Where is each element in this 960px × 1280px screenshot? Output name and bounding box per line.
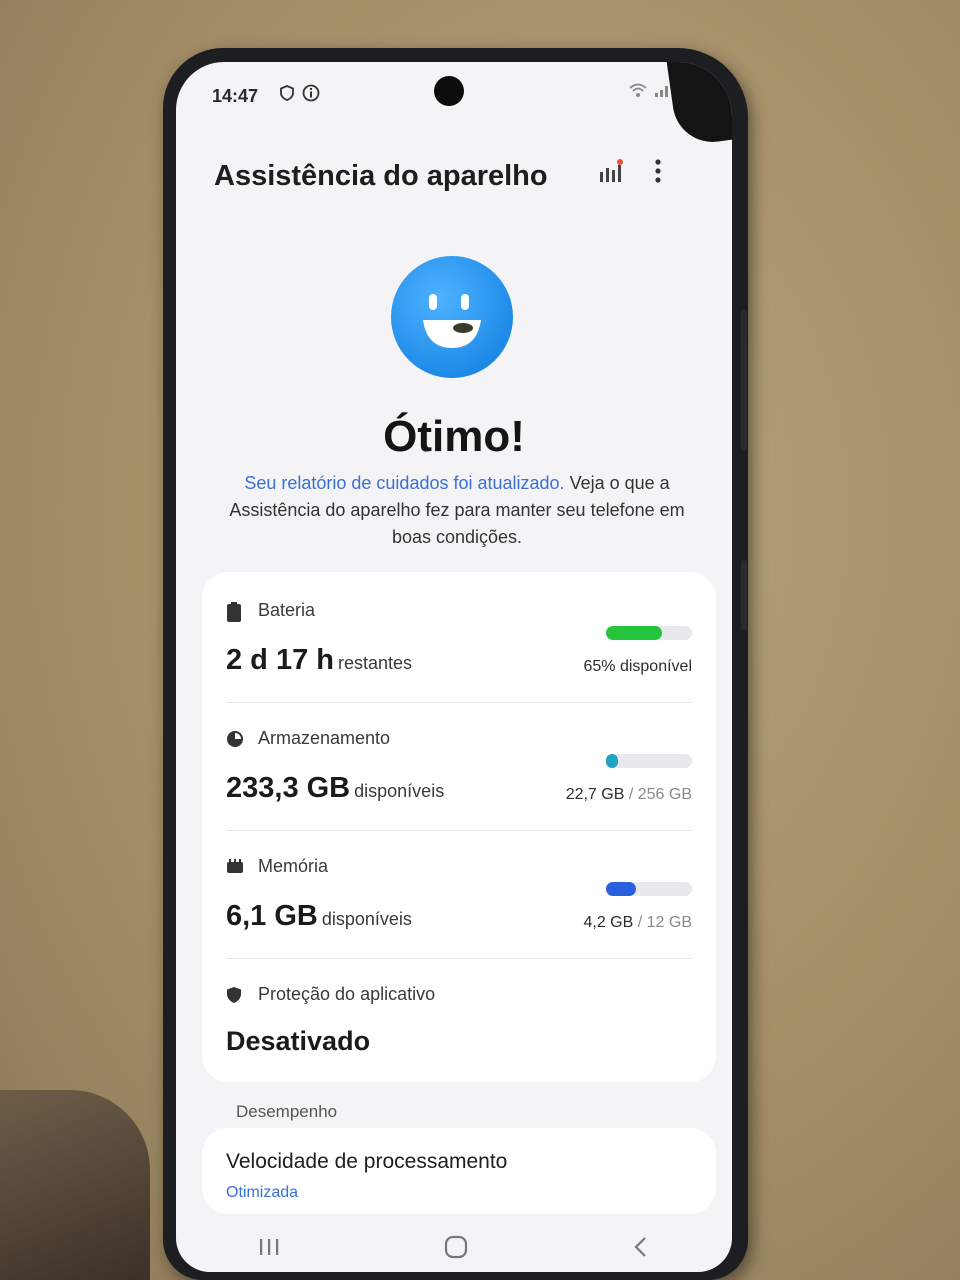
performance-section-heading: Desempenho <box>236 1102 338 1121</box>
battery-available: 65% disponível <box>583 658 692 675</box>
background-shadow <box>0 1090 150 1280</box>
summary-card: Bateria 2 d 17 h restantes 65% disponível… <box>202 572 716 1082</box>
app-protection-label: Proteção do aplicativo <box>258 984 436 1004</box>
volume-button <box>741 310 747 450</box>
processing-speed-card[interactable]: Velocidade de processamento Otimizada <box>202 1128 716 1214</box>
storage-available: 233,3 GB disponíveis <box>226 772 445 804</box>
storage-row[interactable]: Armazenamento 233,3 GB disponíveis 22,7 G… <box>226 728 692 828</box>
memory-usage-bar <box>606 882 692 896</box>
back-icon[interactable] <box>631 1236 651 1258</box>
status-description: Seu relatório de cuidados foi atualizado… <box>222 470 692 551</box>
battery-icon <box>227 602 241 622</box>
shield-icon <box>227 987 241 1003</box>
home-icon[interactable] <box>444 1235 468 1259</box>
memory-chip-icon <box>227 859 243 873</box>
divider <box>226 830 692 831</box>
more-options-icon[interactable] <box>654 158 662 184</box>
divider <box>226 958 692 959</box>
storage-usage-bar <box>606 754 692 768</box>
happy-face-icon <box>391 256 513 378</box>
processing-speed-status: Otimizada <box>226 1184 299 1201</box>
device-screen: 14:47 Assistência do aparelho Ótimo! Seu… <box>176 62 732 1272</box>
memory-available: 6,1 GB disponíveis <box>226 900 412 932</box>
memory-label: Memória <box>258 856 329 876</box>
page-title: Assistência do aparelho <box>214 160 548 192</box>
divider <box>226 702 692 703</box>
report-chart-icon[interactable] <box>598 158 624 184</box>
screen-damage <box>666 62 732 148</box>
storage-label: Armazenamento <box>258 728 391 748</box>
power-button <box>741 560 747 630</box>
storage-pie-icon <box>227 731 243 747</box>
status-heading: Ótimo! <box>383 412 525 461</box>
security-icon <box>280 85 294 101</box>
processing-speed-title: Velocidade de processamento <box>226 1150 508 1173</box>
status-time: 14:47 <box>212 86 259 106</box>
care-report-link[interactable]: Seu relatório de cuidados foi atualizado… <box>244 473 564 493</box>
memory-usage-fill <box>606 882 637 896</box>
info-icon <box>302 84 320 102</box>
battery-label: Bateria <box>258 600 316 620</box>
storage-usage-text: 22,7 GB / 256 GB <box>565 786 692 803</box>
recent-apps-icon[interactable] <box>257 1237 281 1257</box>
app-protection-status: Desativado <box>226 1026 371 1056</box>
navigation-bar <box>176 1222 732 1272</box>
battery-remaining: 2 d 17 h restantes <box>226 644 413 676</box>
status-icons-left <box>278 84 320 102</box>
status-icons-right <box>628 82 672 98</box>
battery-level-bar <box>606 626 692 640</box>
front-camera <box>434 76 464 106</box>
storage-usage-fill <box>606 754 619 768</box>
battery-level-fill <box>606 626 662 640</box>
memory-usage-text: 4,2 GB / 12 GB <box>583 914 692 931</box>
wifi-icon <box>629 83 647 97</box>
app-protection-row[interactable]: Proteção do aplicativo Desativado <box>226 984 692 1074</box>
memory-row[interactable]: Memória 6,1 GB disponíveis 4,2 GB / 12 GB <box>226 856 692 956</box>
battery-row[interactable]: Bateria 2 d 17 h restantes 65% disponível <box>226 600 692 700</box>
